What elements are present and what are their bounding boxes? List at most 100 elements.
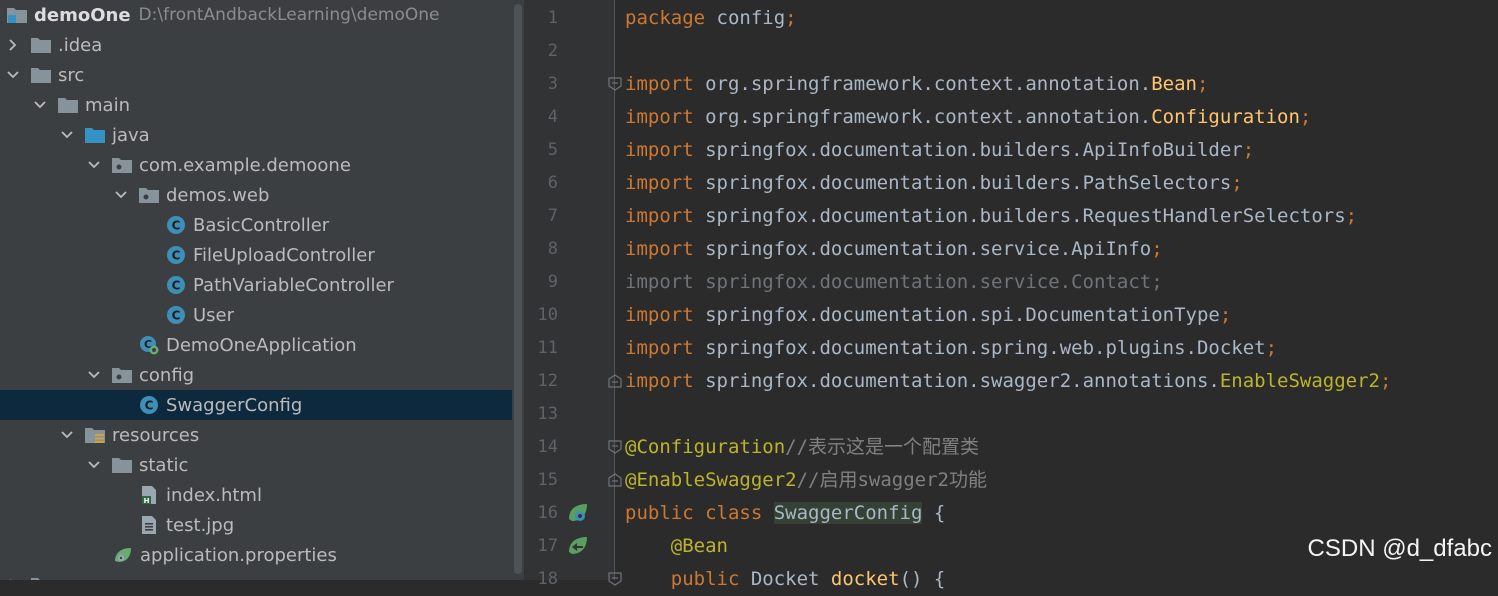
module-folder-icon (6, 5, 28, 25)
tree-item-src[interactable]: src (0, 60, 512, 90)
html-file-icon: H (138, 485, 160, 505)
spring-bean-gutter-icon[interactable] (566, 501, 590, 525)
spring-properties-icon (112, 545, 134, 565)
code-line-10[interactable]: import springfox.documentation.spi.Docum… (625, 299, 1231, 332)
scrollbar-thumb[interactable] (514, 4, 522, 574)
code-token: springfox.documentation.swagger2.annotat… (693, 370, 1220, 392)
folder-icon (30, 65, 52, 85)
chevron-down-icon[interactable] (114, 188, 128, 202)
spring-boot-class-icon: C (138, 335, 160, 355)
tree-item-java[interactable]: java (0, 120, 512, 150)
chevron-down-icon[interactable] (60, 128, 74, 142)
tree-item-config[interactable]: config (0, 360, 512, 390)
line-number: 1 (547, 8, 558, 28)
code-line-6[interactable]: import springfox.documentation.builders.… (625, 167, 1243, 200)
code-line-9-unused-import[interactable]: import springfox.documentation.service.C… (625, 266, 1163, 299)
fold-end-icon[interactable] (608, 473, 622, 487)
keyword-token: import (625, 106, 694, 128)
tree-label: FileUploadController (193, 244, 375, 266)
code-line-3[interactable]: import org.springframework.context.annot… (625, 68, 1208, 101)
code-line-7[interactable]: import springfox.documentation.builders.… (625, 200, 1357, 233)
spring-bean-method-icon[interactable] (566, 534, 590, 558)
fold-start-icon[interactable] (608, 440, 622, 454)
java-class-icon: C (165, 275, 187, 295)
comment-token: //启用swagger2功能 (796, 469, 987, 491)
code-line-17[interactable]: @Bean (625, 530, 728, 563)
csdn-watermark: CSDN @d_dfabc (1307, 535, 1492, 562)
code-line-12[interactable]: import springfox.documentation.swagger2.… (625, 365, 1391, 398)
tree-root-demoone[interactable]: demoOne D:\frontAndbackLearning\demoOne (0, 0, 512, 30)
tree-item-partial[interactable] (0, 570, 512, 580)
java-class-icon: C (165, 215, 187, 235)
tree-item-test-jpg[interactable]: test.jpg (0, 510, 512, 540)
fold-end-icon[interactable] (608, 374, 622, 388)
fold-start-icon[interactable] (608, 77, 622, 91)
tree-label: resources (112, 424, 200, 446)
code-line-8[interactable]: import springfox.documentation.service.A… (625, 233, 1163, 266)
java-class-icon: C (165, 245, 187, 265)
code-line-5[interactable]: import springfox.documentation.builders.… (625, 134, 1254, 167)
semicolon-token: ; (1196, 73, 1209, 95)
type-token: Configuration (1151, 106, 1300, 128)
tree-item-swaggerconfig[interactable]: C SwaggerConfig (0, 390, 512, 420)
tree-item-com-example-demoone[interactable]: com.example.demoone (0, 150, 512, 180)
comment-token: //表示这是一个配置类 (785, 436, 980, 458)
chevron-down-icon[interactable] (87, 458, 101, 472)
tree-label: .idea (58, 34, 103, 56)
chevron-down-icon[interactable] (33, 98, 47, 112)
chevron-right-icon[interactable] (6, 38, 20, 52)
tree-item-basiccontroller[interactable]: C BasicController (0, 210, 512, 240)
indent-token (625, 568, 671, 590)
chevron-down-icon[interactable] (60, 428, 74, 442)
line-number: 14 (537, 437, 558, 457)
chevron-down-icon[interactable] (6, 68, 20, 82)
tree-item-resources[interactable]: resources (0, 420, 512, 450)
project-root-name: demoOne (34, 4, 131, 26)
code-line-14[interactable]: @Configuration//表示这是一个配置类 (625, 431, 979, 464)
tree-item-pathvariablecontroller[interactable]: C PathVariableController (0, 270, 512, 300)
semicolon-token: ; (1265, 337, 1278, 359)
line-number: 15 (537, 470, 558, 490)
tree-item-static[interactable]: static (0, 450, 512, 480)
semicolon-token: ; (1219, 304, 1232, 326)
method-name-token: docket (830, 568, 900, 590)
tree-label: SwaggerConfig (166, 394, 303, 416)
semicolon-token: ; (1345, 205, 1358, 227)
chevron-down-icon[interactable] (87, 158, 101, 172)
svg-text:C: C (172, 309, 181, 323)
java-class-icon: C (165, 305, 187, 325)
code-token: springfox.documentation.spring.web.plugi… (693, 337, 1266, 359)
line-number: 12 (537, 371, 558, 391)
project-scrollbar[interactable] (512, 0, 524, 580)
tree-item-demos-web[interactable]: demos.web (0, 180, 512, 210)
keyword-token: import (625, 172, 694, 194)
unused-import-token: import springfox.documentation.service.C… (625, 271, 1163, 293)
tree-item-application-properties[interactable]: application.properties (0, 540, 512, 570)
code-line-4[interactable]: import org.springframework.context.annot… (625, 101, 1311, 134)
semicolon-token: ; (785, 7, 797, 29)
tree-item-main[interactable]: main (0, 90, 512, 120)
package-icon (111, 365, 133, 385)
line-number: 16 (537, 503, 558, 523)
tree-label: User (193, 304, 235, 326)
tree-item-user[interactable]: C User (0, 300, 512, 330)
tree-label: demos.web (166, 184, 270, 206)
folder-icon (30, 35, 52, 55)
tree-item-fileuploadcontroller[interactable]: C FileUploadController (0, 240, 512, 270)
package-icon (111, 155, 133, 175)
fold-start-icon[interactable] (608, 572, 622, 586)
code-token: { (922, 502, 946, 524)
code-line-15[interactable]: @EnableSwagger2//启用swagger2功能 (625, 464, 987, 497)
code-token: springfox.documentation.service.ApiInfo (693, 238, 1152, 260)
tree-item-demooneapplication[interactable]: C DemoOneApplication (0, 330, 512, 360)
annotation-token: @Bean (670, 535, 728, 557)
tree-item-index-html[interactable]: H index.html (0, 480, 512, 510)
type-token: Bean (1151, 73, 1197, 95)
chevron-down-icon[interactable] (87, 368, 101, 382)
tree-item-idea[interactable]: .idea (0, 30, 512, 60)
code-line-16[interactable]: public class SwaggerConfig { (625, 497, 945, 530)
java-class-icon: C (138, 395, 160, 415)
code-line-11[interactable]: import springfox.documentation.spring.we… (625, 332, 1277, 365)
code-line-1[interactable]: package config; (625, 2, 797, 35)
semicolon-token: ; (1299, 106, 1312, 128)
